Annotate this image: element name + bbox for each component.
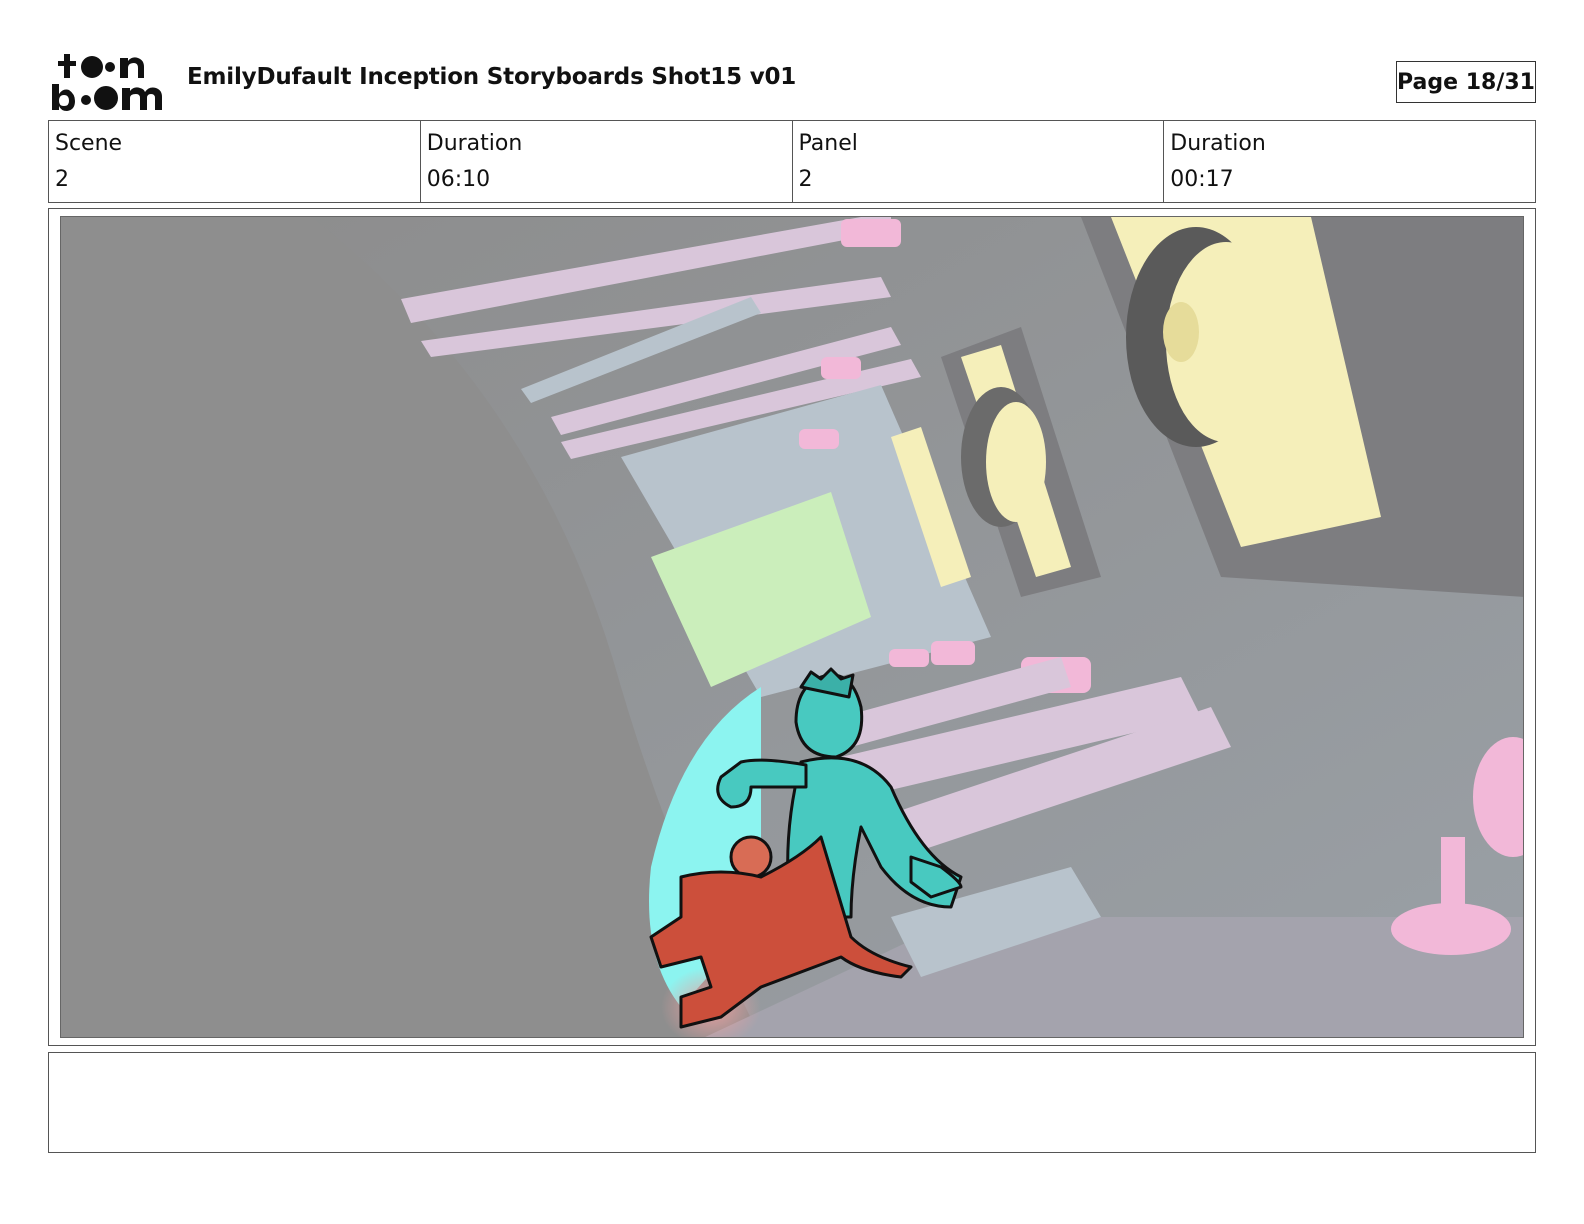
document-title: EmilyDufault Inception Storyboards Shot1… bbox=[187, 64, 797, 90]
notes-box bbox=[48, 1052, 1536, 1153]
scene-label: Scene bbox=[55, 131, 123, 156]
scene-info-table: Scene 2 Duration 06:10 Panel 2 Duration … bbox=[48, 120, 1536, 203]
toon-boom-logo bbox=[50, 50, 166, 114]
panel-cell: Panel 2 bbox=[793, 121, 1165, 202]
scene-duration-cell: Duration 06:10 bbox=[421, 121, 793, 202]
panel-duration-cell: Duration 00:17 bbox=[1164, 121, 1535, 202]
panel-value: 2 bbox=[798, 167, 813, 192]
scene-value: 2 bbox=[55, 167, 69, 192]
scene-duration-label: Duration bbox=[426, 131, 523, 156]
scene-cell: Scene 2 bbox=[49, 121, 421, 202]
page-number: Page 18/31 bbox=[1396, 61, 1536, 103]
panel-duration-label: Duration bbox=[1170, 131, 1266, 156]
storyboard-panel-image bbox=[60, 216, 1524, 1038]
scene-duration-value: 06:10 bbox=[426, 167, 491, 192]
panel-label: Panel bbox=[798, 131, 858, 156]
panel-duration-value: 00:17 bbox=[1170, 167, 1234, 192]
